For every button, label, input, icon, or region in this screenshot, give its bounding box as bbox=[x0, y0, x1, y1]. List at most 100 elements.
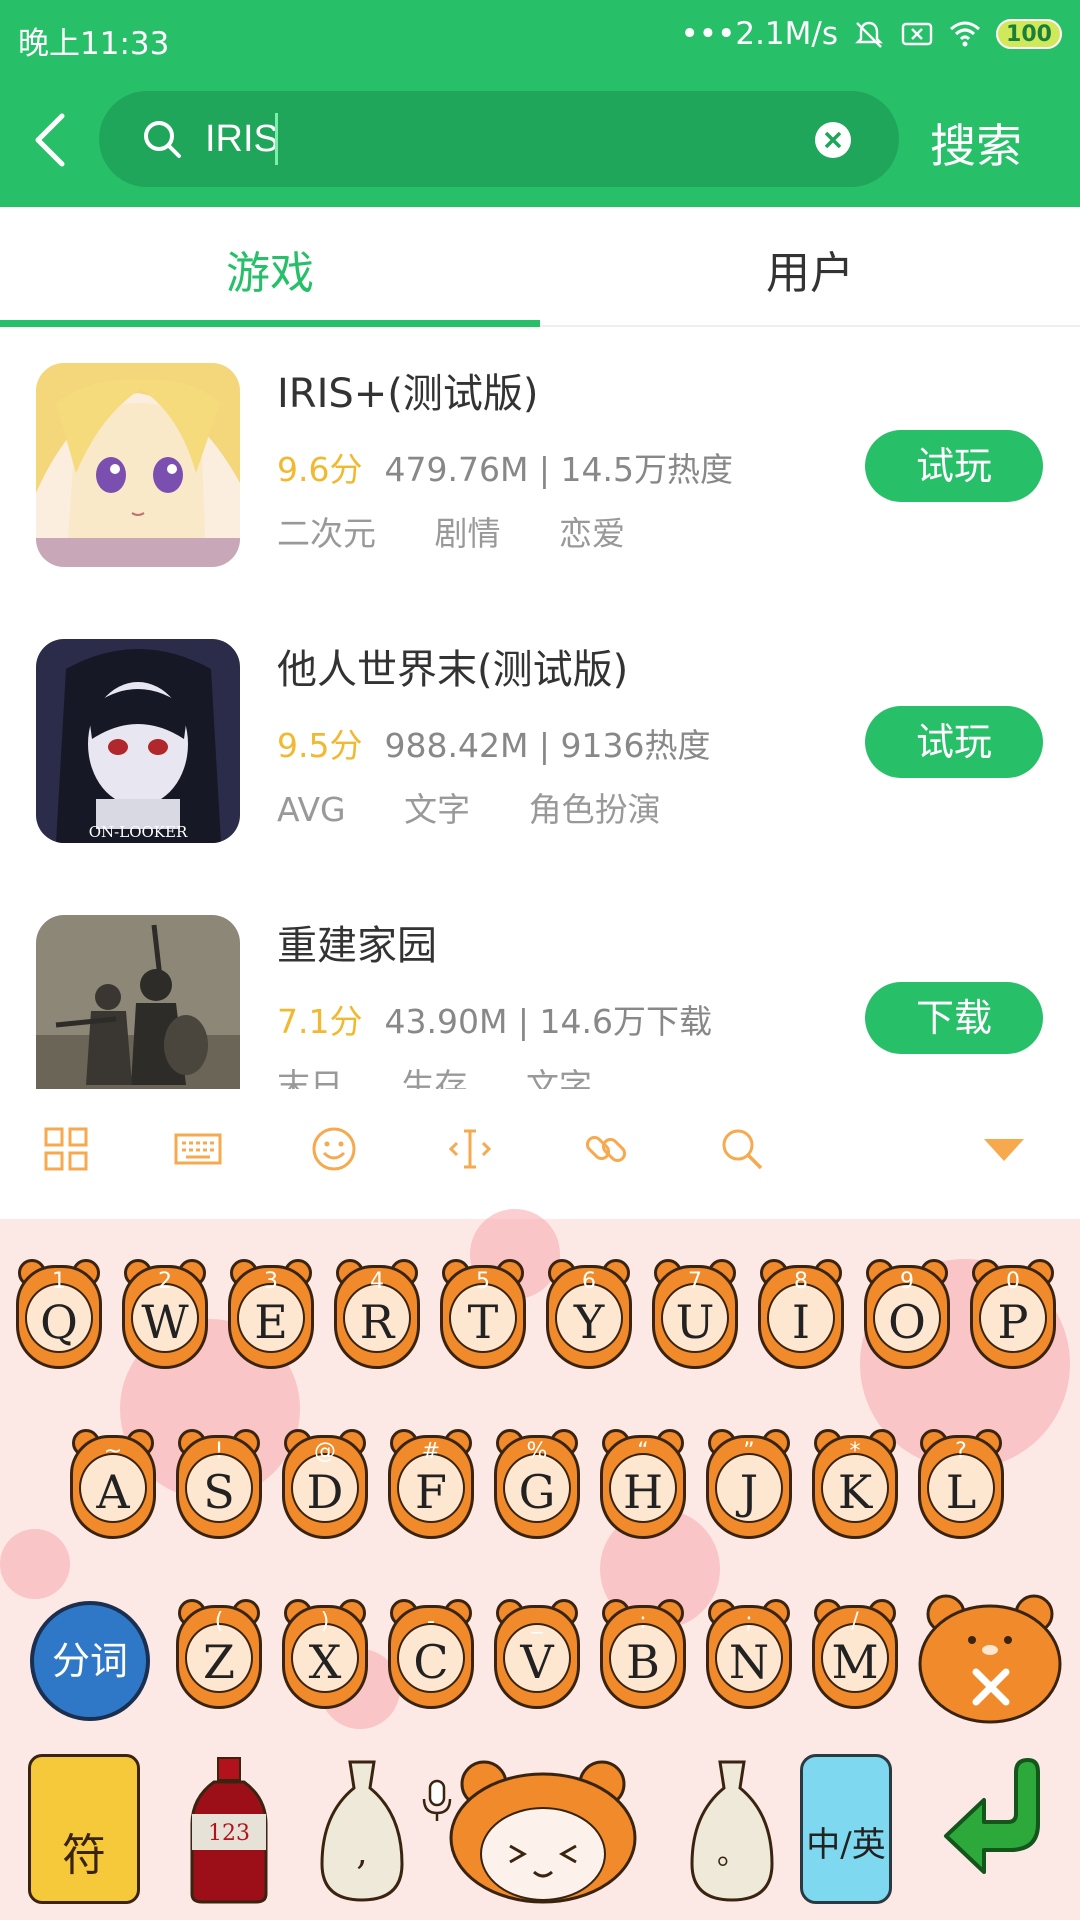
key-m[interactable]: / M bbox=[812, 1595, 898, 1713]
symbol-key[interactable]: 符 bbox=[28, 1754, 140, 1904]
try-play-button[interactable]: 试玩 bbox=[865, 706, 1043, 778]
comma-key[interactable]: , bbox=[314, 1754, 410, 1904]
network-speed: •••2.1M/s bbox=[680, 16, 839, 52]
key-v[interactable]: _ V bbox=[494, 1595, 580, 1713]
search-icon bbox=[144, 121, 181, 158]
game-tag: 恋爱 bbox=[559, 514, 625, 553]
tab-games[interactable]: 游戏 bbox=[0, 237, 540, 301]
key-z[interactable]: (Z bbox=[176, 1595, 262, 1713]
link-icon[interactable] bbox=[582, 1125, 630, 1173]
game-meta: 9.6分 479.76M | 14.5万热度 bbox=[277, 443, 733, 491]
key-j[interactable]: ” J bbox=[706, 1425, 792, 1543]
comma-key-label: , bbox=[356, 1832, 367, 1873]
battery-indicator: 100 bbox=[996, 19, 1062, 49]
period-key-label: 。 bbox=[717, 1837, 747, 1872]
space-key[interactable] bbox=[448, 1754, 638, 1904]
key-c[interactable]: -C bbox=[388, 1595, 474, 1713]
no-sim-icon bbox=[901, 22, 933, 46]
app-header: 晚上11:33 •••2.1M/s 100 IRIS 搜索 bbox=[0, 0, 1080, 207]
game-score: 7.1分 bbox=[277, 1002, 363, 1041]
delete-key[interactable] bbox=[916, 1584, 1064, 1724]
key-h[interactable]: “H bbox=[600, 1425, 686, 1543]
key-i[interactable]: 8I bbox=[758, 1255, 844, 1373]
game-tags: 末日 生存 文字 bbox=[277, 1059, 640, 1089]
game-tags: 二次元 剧情 恋爱 bbox=[277, 507, 673, 555]
key-d[interactable]: @ D bbox=[282, 1425, 368, 1543]
search-box[interactable] bbox=[99, 91, 899, 187]
keyboard-toolbar bbox=[0, 1125, 1080, 1205]
key-f[interactable]: # F bbox=[388, 1425, 474, 1543]
search-button[interactable]: 搜索 bbox=[930, 110, 1022, 176]
soft-keyboard: 1Q 2W 3E 4R 5T 6Y 7U 8I 9O 0P ~ A ! S @ D #… bbox=[0, 1089, 1080, 1920]
search-icon[interactable] bbox=[718, 1125, 766, 1173]
game-item[interactable]: ON-LOOKER 他人世界末(测试版) 9.5分 988.42M | 9136热… bbox=[0, 605, 1080, 881]
grid-menu-icon[interactable] bbox=[42, 1125, 90, 1173]
game-thumbnail[interactable]: ON-LOOKER bbox=[36, 639, 240, 843]
wifi-icon bbox=[950, 21, 980, 47]
game-score: 9.6分 bbox=[277, 450, 363, 489]
game-meta: 9.5分 988.42M | 9136热度 bbox=[277, 719, 711, 767]
period-key[interactable]: 。 bbox=[684, 1754, 780, 1904]
game-tag: 剧情 bbox=[434, 514, 501, 553]
clear-icon[interactable] bbox=[814, 121, 852, 159]
language-switch-label: 中/英 bbox=[806, 1825, 886, 1865]
emoji-icon[interactable] bbox=[310, 1125, 358, 1173]
language-switch-key[interactable]: 中/英 bbox=[800, 1754, 892, 1904]
game-title[interactable]: IRIS+(测试版) bbox=[277, 361, 539, 419]
game-results-list: IRIS+(测试版) 9.6分 479.76M | 14.5万热度 二次元 剧情 … bbox=[0, 329, 1080, 1089]
game-size-popularity: 479.76M | 14.5万热度 bbox=[384, 450, 733, 489]
game-tag: 二次元 bbox=[277, 514, 376, 553]
status-bar: 晚上11:33 •••2.1M/s 100 bbox=[0, 0, 1080, 76]
key-l[interactable]: ? L bbox=[918, 1425, 1004, 1543]
keyboard-bg-dot bbox=[0, 1529, 70, 1599]
thumb-caption: ON-LOOKER bbox=[89, 823, 188, 841]
tab-bar: 游戏 用户 bbox=[0, 207, 1080, 327]
game-item[interactable]: IRIS+(测试版) 9.6分 479.76M | 14.5万热度 二次元 剧情 … bbox=[0, 329, 1080, 605]
game-tag: 角色扮演 bbox=[528, 790, 661, 829]
game-tag: 生存 bbox=[401, 1066, 468, 1089]
key-s[interactable]: ! S bbox=[176, 1425, 262, 1543]
key-a[interactable]: ~ A bbox=[70, 1425, 156, 1543]
back-arrow-icon[interactable] bbox=[26, 108, 76, 172]
key-r[interactable]: 4R bbox=[334, 1255, 420, 1373]
key-e[interactable]: 3E bbox=[228, 1255, 314, 1373]
key-n[interactable]: ; N bbox=[706, 1595, 792, 1713]
keyboard-layout-icon[interactable] bbox=[174, 1125, 222, 1173]
number-key[interactable]: 123 bbox=[186, 1754, 272, 1904]
try-play-button[interactable]: 试玩 bbox=[865, 430, 1043, 502]
game-size-popularity: 988.42M | 9136热度 bbox=[384, 726, 711, 765]
key-u[interactable]: 7U bbox=[652, 1255, 738, 1373]
key-y[interactable]: 6Y bbox=[546, 1255, 632, 1373]
key-q[interactable]: 1Q bbox=[16, 1255, 102, 1373]
game-meta: 7.1分 43.90M | 14.6万下载 bbox=[277, 995, 712, 1043]
search-input[interactable] bbox=[205, 111, 765, 167]
collapse-keyboard-icon[interactable] bbox=[980, 1135, 1028, 1165]
status-time: 晚上11:33 bbox=[18, 26, 170, 62]
key-o[interactable]: 9O bbox=[864, 1255, 950, 1373]
key-p[interactable]: 0P bbox=[970, 1255, 1056, 1373]
game-title[interactable]: 重建家园 bbox=[277, 913, 437, 971]
key-k[interactable]: * K bbox=[812, 1425, 898, 1543]
game-tag: 文字 bbox=[526, 1066, 592, 1089]
text-caret bbox=[275, 113, 278, 165]
game-size-downloads: 43.90M | 14.6万下载 bbox=[384, 1002, 713, 1041]
word-segment-key[interactable]: 分词 bbox=[30, 1601, 150, 1721]
game-thumbnail[interactable] bbox=[36, 915, 240, 1089]
active-tab-indicator bbox=[0, 320, 540, 327]
key-g[interactable]: % G bbox=[494, 1425, 580, 1543]
key-w[interactable]: 2W bbox=[122, 1255, 208, 1373]
download-button[interactable]: 下载 bbox=[865, 982, 1043, 1054]
game-item[interactable]: 重建家园 7.1分 43.90M | 14.6万下载 末日 生存 文字 下载 bbox=[0, 881, 1080, 1089]
cursor-move-icon[interactable] bbox=[446, 1125, 494, 1173]
tab-users[interactable]: 用户 bbox=[540, 237, 1080, 301]
key-b[interactable]: :B bbox=[600, 1595, 686, 1713]
game-tag: 末日 bbox=[277, 1066, 343, 1089]
status-icons: •••2.1M/s 100 bbox=[680, 16, 1062, 52]
game-score: 9.5分 bbox=[277, 726, 363, 765]
game-thumbnail[interactable] bbox=[36, 363, 240, 567]
game-tag: 文字 bbox=[404, 790, 471, 829]
key-x[interactable]: ) X bbox=[282, 1595, 368, 1713]
key-t[interactable]: 5T bbox=[440, 1255, 526, 1373]
enter-key[interactable] bbox=[940, 1754, 1050, 1884]
game-title[interactable]: 他人世界末(测试版) bbox=[277, 637, 628, 695]
